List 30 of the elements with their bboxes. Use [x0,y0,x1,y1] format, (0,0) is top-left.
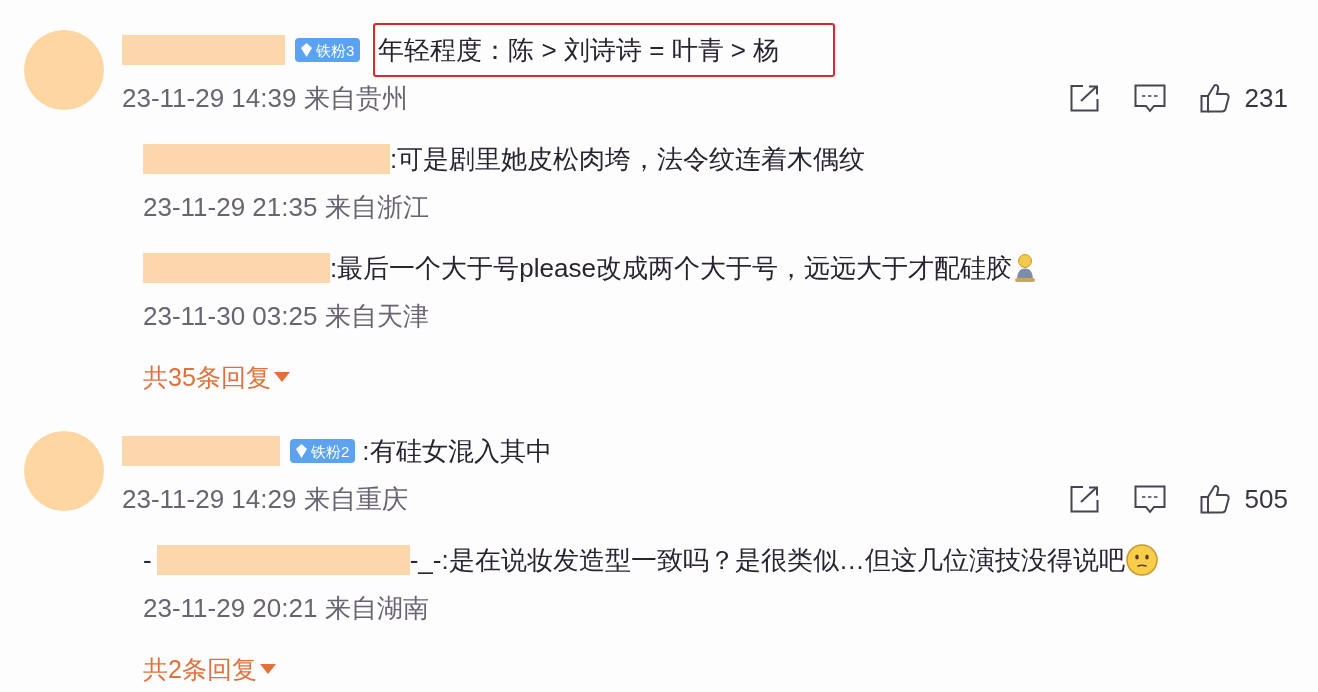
face-emoji-icon [1125,544,1158,576]
share-icon[interactable] [1069,485,1100,513]
fan-level-label: 铁粉2 [311,443,350,459]
username-fragment: - [143,544,152,576]
comment-icon[interactable] [1133,484,1166,514]
fan-level-label: 铁粉3 [316,42,355,58]
comment-timestamp: 23-11-29 14:29 来自重庆 [122,482,408,516]
share-icon[interactable] [1069,84,1100,112]
caret-icon [259,664,276,674]
like-count: 231 [1244,82,1288,114]
more-replies-link[interactable]: 共2条回复 [143,652,276,686]
comment-timestamp: 23-11-29 14:39 来自贵州 [122,81,408,115]
reply-text: :可是剧里她皮松肉垮，法令纹连着木偶纹 [390,142,866,176]
caret-icon [273,372,290,382]
like-count: 505 [1244,483,1288,515]
reply-text: :最后一个大于号please改成两个大于号，远远大于才配硅胶 [330,251,1012,285]
figure-emoji-icon [1013,254,1036,282]
thumbs-up-icon[interactable] [1199,484,1230,514]
diamond-icon [301,43,312,57]
username-fragment: -_- [409,544,442,576]
reply-timestamp: 23-11-29 21:35 来自浙江 [143,190,429,224]
comment-text: :有硅女混入其中 [362,434,552,468]
thumbs-up-icon[interactable] [1199,83,1230,113]
comment-text: 年轻程度：陈 > 刘诗诗 = 叶青 > 杨 [373,23,836,77]
comment-icon[interactable] [1133,83,1166,113]
diamond-icon [296,444,307,458]
reply-timestamp: 23-11-29 20:21 来自湖南 [143,591,429,625]
more-replies-link[interactable]: 共35条回复 [143,360,290,394]
reply-text: :是在说妆发造型一致吗？是很类似…但这几位演技没得说吧 [441,543,1125,577]
reply-timestamp: 23-11-30 03:25 来自天津 [143,299,429,333]
